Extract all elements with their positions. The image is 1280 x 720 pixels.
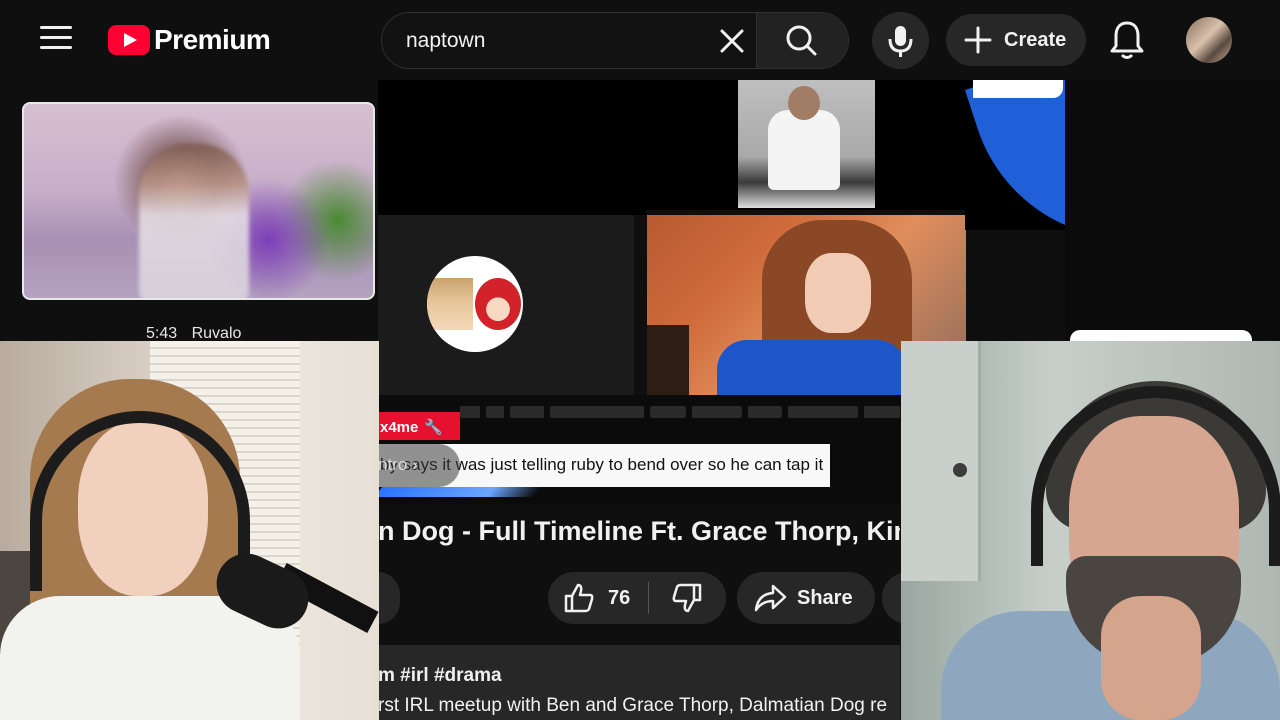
clear-icon	[720, 29, 744, 53]
thumbnail-duration: 5:43	[146, 325, 178, 342]
webcam-right	[901, 341, 1280, 720]
like-dislike-group: 76	[548, 572, 726, 624]
wrench-icon: 🔧	[424, 419, 444, 436]
channel-tag[interactable]: x4me 🔧	[378, 412, 460, 440]
video-thumbnail[interactable]	[22, 102, 375, 300]
youtube-logo-icon	[108, 25, 150, 55]
like-button[interactable]: 76	[548, 572, 648, 624]
description-tags: m #irl #drama	[378, 665, 502, 686]
dislike-button[interactable]	[649, 572, 725, 624]
top-bar: Premium Create	[0, 0, 1280, 80]
account-avatar[interactable]	[1186, 17, 1232, 63]
black-panel	[378, 80, 646, 215]
clear-search-button[interactable]	[716, 25, 748, 57]
share-button[interactable]: Share	[737, 572, 875, 624]
youtube-premium-logo[interactable]: Premium	[108, 24, 271, 56]
brand-label: Premium	[154, 24, 271, 55]
create-label: Create	[1004, 28, 1067, 51]
progress-bar[interactable]	[373, 487, 543, 497]
chevron-right-icon: ›	[412, 455, 418, 474]
wendys-logo-icon	[475, 278, 521, 330]
search-bar	[381, 12, 849, 69]
chapter-chip[interactable]: ntro ›	[378, 444, 460, 487]
thumbnail-figure	[139, 144, 249, 298]
right-dark-panel	[1065, 80, 1280, 340]
search-input[interactable]	[382, 13, 757, 68]
action-bar: 76 Share	[378, 572, 912, 624]
blue-graphic	[965, 80, 1065, 230]
thumbnail-channel: Ruvalo	[191, 325, 242, 342]
description-text: rst IRL meetup with Ben and Grace Thorp,…	[378, 695, 888, 716]
plus-icon	[964, 26, 992, 54]
menu-icon[interactable]	[40, 26, 72, 54]
description-box[interactable]: m #irl #drama rst IRL meetup with Ben an…	[378, 645, 900, 720]
bell-icon	[1110, 21, 1144, 59]
create-button[interactable]: Create	[946, 14, 1086, 66]
share-label: Share	[797, 586, 853, 609]
video-title: n Dog - Full Timeline Ft. Grace Thorp, K…	[378, 516, 900, 546]
headphones-icon	[1031, 386, 1280, 566]
dislike-icon	[672, 583, 702, 613]
mic-icon	[888, 26, 913, 57]
chapter-markers	[460, 406, 900, 418]
subscribe-chip[interactable]	[378, 572, 400, 624]
webcam-left	[0, 341, 379, 720]
webcam-clip-top	[738, 80, 875, 208]
channel-tag-label: x4me	[380, 419, 419, 436]
chapter-chip-label: ntro	[378, 455, 408, 474]
search-button[interactable]	[756, 13, 848, 68]
search-icon	[786, 25, 817, 56]
share-icon	[754, 584, 787, 612]
voice-search-button[interactable]	[872, 12, 929, 69]
like-icon	[564, 583, 594, 613]
notifications-button[interactable]	[1106, 18, 1148, 62]
like-count: 76	[608, 586, 631, 609]
collab-avatar	[427, 256, 523, 352]
